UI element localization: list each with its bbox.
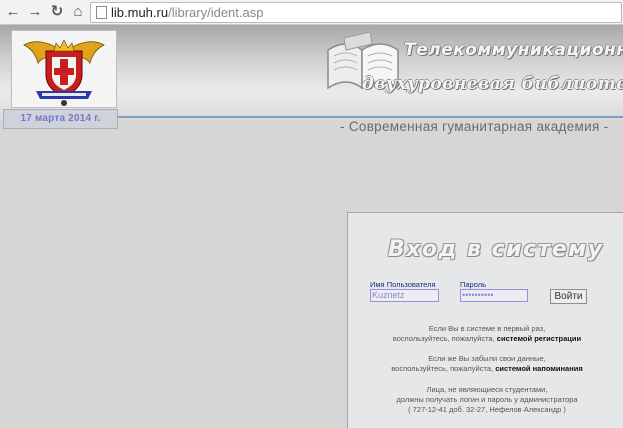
home-icon[interactable]: ⌂ [69, 3, 87, 21]
page-icon [96, 6, 107, 19]
username-label: Имя Пользователя [370, 280, 436, 289]
forgot-info: Если же Вы забыли свои данные, воспользу… [391, 354, 583, 373]
password-label: Пароль [460, 280, 487, 289]
non-student-info: Лица, не являющиеся студентами, должны п… [396, 385, 578, 414]
first-time-info: Если Вы в системе в первый раз, воспольз… [392, 324, 582, 343]
academy-logo[interactable] [11, 30, 117, 108]
reload-icon[interactable]: ↻ [48, 3, 66, 21]
current-date: 17 марта 2014 г. [3, 109, 118, 129]
library-title-line1: Телекоммуникационная [404, 40, 623, 60]
academy-subtitle: - Современная гуманитарная академия - [340, 119, 609, 134]
address-bar[interactable]: lib.muh.ru/library/ident.asp [90, 2, 622, 23]
library-title-line2: двухуровневая библиотека [362, 74, 623, 94]
login-panel: Вход в систему Имя Пользователя Kuznetz … [347, 212, 623, 428]
login-title: Вход в систему [388, 237, 604, 262]
coat-of-arms-icon [23, 39, 105, 106]
header-divider [118, 116, 623, 118]
reminder-link[interactable]: системой напоминания [495, 364, 583, 373]
registration-link[interactable]: системой регистрации [497, 334, 581, 343]
username-input[interactable]: Kuznetz [370, 289, 439, 302]
forward-arrow-icon[interactable]: → [26, 3, 44, 21]
browser-toolbar: ← → ↻ ⌂ lib.muh.ru/library/ident.asp [0, 0, 623, 25]
login-button[interactable]: Войти [550, 289, 587, 304]
password-input[interactable]: •••••••••• [460, 289, 528, 302]
url-text: lib.muh.ru/library/ident.asp [111, 5, 264, 20]
back-arrow-icon[interactable]: ← [4, 3, 22, 21]
